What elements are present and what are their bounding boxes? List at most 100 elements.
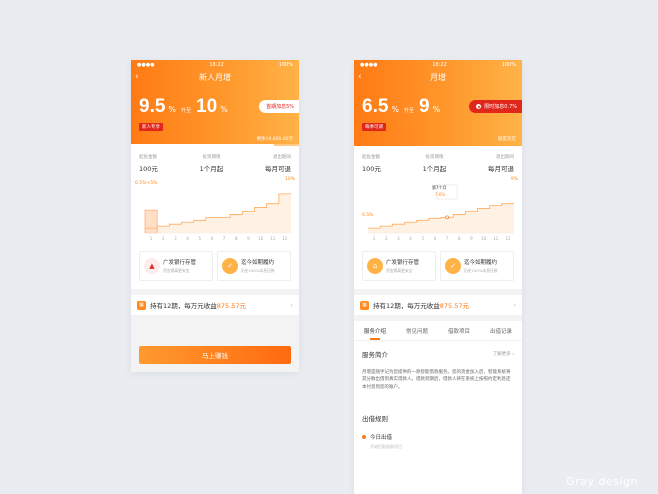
bank-logo-icon: ▲ <box>144 258 160 274</box>
chart-step-5 <box>194 220 206 221</box>
rate-step-chart: 6.5%+5% 10% 1 2 3 4 5 6 7 8 9 10 11 12 <box>131 177 299 245</box>
nav-bar: ‹ 月增 <box>354 70 522 84</box>
chart-end-label: 10% <box>284 177 295 182</box>
chart-bonus-bar <box>144 209 158 234</box>
chart-start-label: 6.5% <box>362 213 374 218</box>
term-value: 每月可退 <box>265 165 291 173</box>
chevron-right-icon: › <box>290 301 293 309</box>
rate-separator: 升至 <box>404 108 415 114</box>
chart-step-2 <box>380 226 392 227</box>
feature-row: ▲ 广发银行存管 资金隔离更安全 ✓ 迄今如期履约 历史100%本息还款 <box>131 245 299 289</box>
back-arrow-icon[interactable]: ‹ <box>358 71 362 83</box>
chart-end-label: 9% <box>510 177 518 182</box>
feature-on-time[interactable]: ✓ 迄今如期履约 历史100%本息还款 <box>217 251 291 281</box>
term-period: 投资期限 1个月起 <box>423 154 447 173</box>
signal-icon: ●●●● <box>137 62 155 68</box>
chart-x-tick: 10 <box>481 236 487 241</box>
chart-x-tick: 4 <box>186 236 189 241</box>
chart-step-5 <box>417 220 429 221</box>
feature-bank-custody[interactable]: ⌂ 广发银行存管 资金隔离更安全 <box>362 251 436 281</box>
chart-x-tick: 6 <box>210 236 214 241</box>
earnings-row[interactable]: ▦ 持有12期，每万元收益875.57元 › <box>131 295 299 315</box>
back-arrow-icon[interactable]: ‹ <box>135 71 139 83</box>
chart-step-10 <box>255 207 267 208</box>
shield-check-icon: ✓ <box>222 258 238 274</box>
term-value: 1个月起 <box>199 165 224 173</box>
learn-more-link[interactable]: 了解更多 › <box>493 351 514 357</box>
feature-title: 迄今如期履约 <box>464 260 498 266</box>
nav-bar: ‹ 新人月增 <box>131 70 299 84</box>
chart-x-tick: 3 <box>174 236 177 241</box>
product-card: 起投金额 100元 投资期限 1个月起 退出期间 每月可退 6.5% 9% 第7… <box>354 146 522 289</box>
remaining-quota: 额度充足 <box>498 137 516 142</box>
chart-x-tick: 5 <box>198 236 202 241</box>
service-title: 服务简介 <box>362 351 388 359</box>
chart-step-8 <box>230 214 242 215</box>
calculator-icon: ▦ <box>360 300 369 310</box>
feature-bank-custody[interactable]: ▲ 广发银行存管 资金隔离更安全 <box>139 251 213 281</box>
phone-new-user-screen: ●●●● 18:22 100% ‹ 新人月增 9.5% 升至 10% 新人专享 … <box>131 60 299 372</box>
feature-title: 广发银行存管 <box>386 260 420 266</box>
chart-step-3 <box>169 224 181 225</box>
earn-now-button[interactable]: 马上赚钱 <box>139 346 291 364</box>
adjustable-tag: 每季可调 <box>362 123 386 131</box>
timeline-dot-icon <box>362 435 366 440</box>
chart-step-6 <box>429 218 441 219</box>
term-exit: 退出期间 每月可退 <box>265 154 291 173</box>
earnings-text: 持有12期，每万元收益875.57元 <box>373 300 509 310</box>
feature-subtitle: 历史100%本息还款 <box>464 268 498 273</box>
tab-lending-records[interactable]: 出借记录 <box>490 327 512 335</box>
chart-x-tick: 6 <box>433 236 437 241</box>
rate-min-unit: % <box>391 105 400 114</box>
rate-range: 6.5% 升至 9% <box>362 96 440 118</box>
chart-tooltip-value: 7.6% <box>435 192 446 197</box>
chart-x-tick: 3 <box>397 236 400 241</box>
service-header: 服务简介 了解更多 › <box>362 349 514 359</box>
promo-badge[interactable]: 限时加息0.7% <box>469 100 522 113</box>
earnings-amount: 875.57元 <box>439 302 470 310</box>
alert-dot-icon <box>476 104 482 109</box>
chart-step-8 <box>453 214 465 215</box>
tab-loan-projects[interactable]: 借款项目 <box>448 327 470 335</box>
chart-step-9 <box>242 211 254 212</box>
watermark-text: Gray design <box>566 475 638 488</box>
feature-row: ⌂ 广发银行存管 资金隔离更安全 ✓ 迄今如期履约 历史100%本息还款 <box>354 245 522 289</box>
rule-step: 今日出借 <box>362 433 514 441</box>
term-label: 起投金额 <box>362 155 380 160</box>
service-description: 月增是随手记为您提供的一款智能借款服务。您的资金加入后，智能系统将其分散出借到真… <box>362 370 511 390</box>
chart-x-tick: 9 <box>247 236 250 241</box>
status-time: 18:22 <box>209 62 224 68</box>
promo-badge[interactable]: 首期加息5% <box>259 100 299 113</box>
term-value: 每月可退 <box>488 165 514 173</box>
term-label: 退出期间 <box>273 155 291 160</box>
term-min-amount: 起投金额 100元 <box>139 154 158 173</box>
tab-service-intro[interactable]: 服务介绍 <box>364 327 386 340</box>
tab-faq[interactable]: 常见问题 <box>406 327 428 335</box>
detail-tabs: 服务介绍 常见问题 借款项目 出借记录 <box>354 321 522 341</box>
feature-title: 迄今如期履约 <box>241 260 275 266</box>
term-min-amount: 起投金额 100元 <box>362 154 381 173</box>
chart-x-tick: 1 <box>149 236 153 241</box>
chart-tooltip-title: 第7个月 <box>432 185 447 190</box>
rate-step-chart: 6.5% 9% 第7个月 7.6% 1 2 3 4 5 6 7 8 9 10 11 12 <box>354 177 522 245</box>
term-period: 投资期限 1个月起 <box>200 154 224 173</box>
chart-x-tick: 5 <box>421 236 425 241</box>
chart-step-2 <box>157 226 169 227</box>
chart-x-tick: 1 <box>372 236 376 241</box>
feature-subtitle: 资金隔离更安全 <box>163 268 190 273</box>
earnings-row[interactable]: ▦ 持有12期，每万元收益875.57元 › <box>354 295 522 315</box>
chart-step-12 <box>279 193 291 194</box>
chart-step-12 <box>502 203 514 204</box>
chart-x-tick: 12 <box>505 236 511 241</box>
feature-subtitle: 资金隔离更安全 <box>386 268 413 273</box>
service-section: 服务简介 了解更多 › 月增是随手记为您提供的一款智能借款服务。您的资金加入后，… <box>354 341 522 494</box>
feature-on-time[interactable]: ✓ 迄今如期履约 历史100%本息还款 <box>440 251 514 281</box>
phone-monthly-screen: ●●●● 18:22 100% ‹ 月增 6.5% 升至 9% 每季可调 限时加… <box>354 60 522 494</box>
chart-step-1 <box>368 228 380 229</box>
chart-highlight-point[interactable] <box>445 215 449 220</box>
hero-banner: ●●●● 18:22 100% ‹ 新人月增 9.5% 升至 10% 新人专享 … <box>131 60 299 146</box>
feature-subtitle: 历史100%本息还款 <box>241 268 275 273</box>
chart-x-tick: 8 <box>457 236 461 241</box>
battery-level: 100% <box>501 62 516 68</box>
term-exit: 退出期间 每月可退 <box>488 154 514 173</box>
